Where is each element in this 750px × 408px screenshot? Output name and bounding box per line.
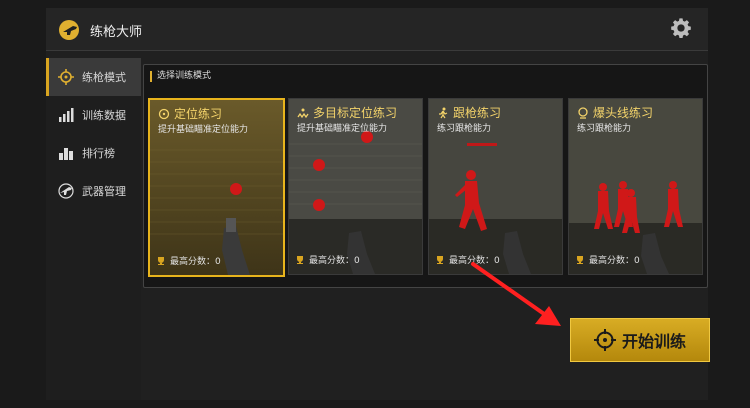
gear-icon[interactable] — [670, 17, 692, 39]
trophy-icon — [158, 256, 164, 265]
mode-title: 跟枪练习 — [437, 104, 501, 121]
mode-subtitle: 提升基础瞄准定位能力 — [158, 125, 249, 135]
gun-icon — [58, 183, 74, 199]
sidebar-item-training-data[interactable]: 训练数据 — [46, 96, 141, 134]
sidebar-item-label: 武器管理 — [82, 185, 126, 198]
app-title: 练枪大师 — [90, 25, 143, 40]
mode-title: 爆头线练习 — [577, 104, 653, 121]
head-icon — [578, 106, 588, 119]
sidebar-item-label: 训练数据 — [82, 109, 126, 122]
mode-card-headshot-line[interactable]: 爆头线练习 练习跟枪能力 最高分数：0 — [568, 98, 703, 275]
red-arrow-icon — [471, 262, 561, 326]
running-icon — [439, 107, 448, 118]
sidebar-item-practice-mode[interactable]: 练枪模式 — [46, 58, 141, 96]
start-training-button[interactable]: 开始训练 — [570, 318, 710, 362]
leaderboard-icon — [59, 148, 73, 160]
trophy-icon — [437, 255, 443, 264]
best-score: 最高分数：0 — [295, 253, 360, 266]
bar-chart-icon — [59, 108, 74, 122]
mode-card-tracking[interactable]: 跟枪练习 练习跟枪能力 最高分数：0 — [428, 98, 563, 275]
mode-subtitle: 练习跟枪能力 — [577, 124, 632, 134]
sidebar: 练枪模式 训练数据 排行榜 武器管理 — [46, 58, 141, 400]
mode-card-multi-target[interactable]: 多目标定位练习 提升基础瞄准定位能力 最高分数：0 — [288, 98, 423, 275]
sidebar-item-weapon-management[interactable]: 武器管理 — [46, 172, 141, 210]
best-score: 最高分数：0 — [156, 254, 221, 267]
crosshair-icon — [158, 108, 170, 119]
mode-title: 定位练习 — [158, 105, 222, 122]
trophy-icon — [577, 255, 583, 264]
mode-subtitle: 提升基础瞄准定位能力 — [297, 124, 388, 134]
sidebar-item-label: 排行榜 — [82, 147, 115, 160]
gun-logo-icon — [59, 20, 79, 40]
start-button-label: 开始训练 — [621, 332, 686, 351]
crosshair-icon — [58, 69, 74, 85]
mode-card-positioning[interactable]: 定位练习 提升基础瞄准定位能力 最高分数：0 — [148, 98, 285, 277]
mode-selection-panel: 选择训练模式 定位练习 提升基础瞄准定位能力 最高分数：0 多目标定位练习 提升… — [143, 64, 708, 288]
multi-target-icon — [297, 108, 309, 118]
sidebar-item-label: 练枪模式 — [82, 71, 126, 84]
mode-title: 多目标定位练习 — [297, 104, 397, 121]
panel-title: 选择训练模式 — [150, 71, 211, 82]
mode-subtitle: 练习跟枪能力 — [437, 124, 492, 134]
top-bar: 练枪大师 — [46, 8, 708, 51]
best-score: 最高分数：0 — [575, 253, 640, 266]
trophy-icon — [297, 255, 303, 264]
sidebar-item-leaderboard[interactable]: 排行榜 — [46, 134, 141, 172]
crosshair-icon — [593, 329, 616, 351]
